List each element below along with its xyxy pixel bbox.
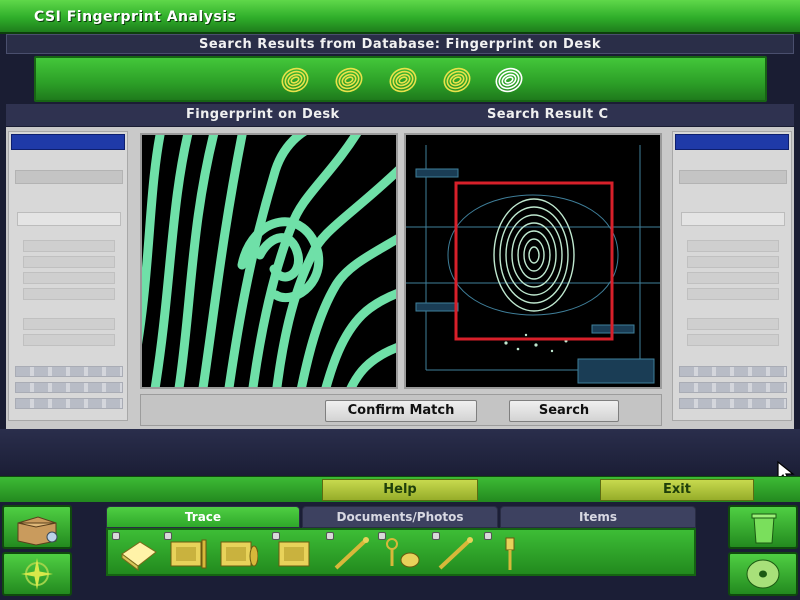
disabled-option: [687, 318, 779, 330]
inventory-item-card[interactable]: [218, 534, 259, 572]
result-thumbnail-strip: [34, 56, 767, 102]
app-title: CSI Fingerprint Analysis: [34, 9, 237, 25]
disabled-option: [23, 318, 115, 330]
disc-save-button[interactable]: [728, 552, 798, 596]
panel-toolbar: [679, 170, 787, 184]
disabled-strip: [679, 382, 787, 393]
scan-display: [406, 145, 660, 384]
disabled-strip: [15, 382, 123, 393]
disabled-option: [687, 256, 779, 268]
fingerprint-icon: [443, 67, 471, 93]
inventory-item-keys[interactable]: [382, 534, 422, 572]
inventory-item-tool[interactable]: [436, 534, 476, 572]
pry-tool-icon: [334, 537, 369, 570]
result-thumbnail-3[interactable]: [386, 65, 420, 95]
recycle-bin-icon: [751, 513, 777, 544]
inventory-item-card[interactable]: [168, 534, 208, 572]
title-bar: CSI Fingerprint Analysis: [0, 0, 800, 34]
inventory-item-note[interactable]: [118, 534, 158, 572]
panel-titles: Fingerprint on Desk Search Result C: [6, 104, 794, 126]
help-exit-bar: Help Exit: [0, 476, 800, 502]
disabled-option: [687, 334, 779, 346]
fingerprint-icon: [389, 67, 417, 93]
disabled-field: [681, 212, 785, 226]
evidence-card-icon: [220, 541, 259, 567]
results-header-text: Search Results from Database: Fingerprin…: [198, 37, 602, 52]
panel-toolbar: [15, 170, 123, 184]
help-button[interactable]: Help: [322, 479, 478, 501]
exit-button[interactable]: Exit: [600, 479, 754, 501]
compass-icon: [21, 558, 53, 590]
panel-header-bar: [675, 134, 789, 150]
search-button[interactable]: Search: [509, 400, 619, 422]
disabled-strip: [15, 398, 123, 409]
evidence-card-icon: [278, 541, 310, 567]
status-band: [0, 429, 800, 475]
disabled-option: [687, 240, 779, 252]
search-result-image: [404, 133, 662, 389]
keys-icon: [386, 538, 420, 568]
disc-icon: [746, 559, 780, 589]
disabled-strip: [679, 398, 787, 409]
result-thumbnail-1[interactable]: [278, 65, 312, 95]
confirm-match-button[interactable]: Confirm Match: [325, 400, 477, 422]
disabled-option: [687, 288, 779, 300]
left-panel-title: Fingerprint on Desk: [186, 107, 340, 122]
disabled-option: [23, 288, 115, 300]
fingerprint-icon: [281, 67, 309, 93]
disabled-option: [23, 240, 115, 252]
disabled-field: [17, 212, 121, 226]
action-bar: Confirm Match Search: [140, 394, 662, 426]
trash-button[interactable]: [728, 505, 798, 549]
result-thumbnail-4[interactable]: [440, 65, 474, 95]
inventory-tray: [106, 528, 696, 576]
note-pad-icon: [121, 541, 157, 571]
evidence-box-icon: [17, 516, 58, 546]
result-thumbnail-5-selected[interactable]: [492, 65, 526, 95]
evidence-card-icon: [170, 539, 207, 569]
inventory-item-tool[interactable]: [332, 534, 372, 572]
desk-fingerprint-image: [140, 133, 398, 389]
tab-items[interactable]: Items: [500, 506, 696, 528]
inventory-item-brush[interactable]: [490, 534, 530, 572]
right-panel-title: Search Result C: [487, 107, 609, 122]
brush-icon: [505, 537, 515, 570]
inventory-item-card[interactable]: [276, 534, 316, 572]
fingerprint-icon: [335, 67, 363, 93]
tab-documents-photos[interactable]: Documents/Photos: [302, 506, 498, 528]
disabled-option: [687, 272, 779, 284]
map-navigation-button[interactable]: [2, 552, 72, 596]
pry-tool-icon: [438, 537, 473, 570]
panel-header-bar: [11, 134, 125, 150]
left-side-panel: [8, 131, 128, 421]
disabled-strip: [15, 366, 123, 377]
disabled-option: [23, 256, 115, 268]
fingerprint-icon: [495, 67, 523, 93]
tab-trace[interactable]: Trace: [106, 506, 300, 528]
results-header: Search Results from Database: Fingerprin…: [6, 34, 794, 54]
right-side-panel: [672, 131, 792, 421]
disabled-option: [23, 272, 115, 284]
disabled-strip: [679, 366, 787, 377]
disabled-option: [23, 334, 115, 346]
evidence-box-button[interactable]: [2, 505, 72, 549]
result-thumbnail-2[interactable]: [332, 65, 366, 95]
fingerprint-closeup: [142, 135, 396, 387]
